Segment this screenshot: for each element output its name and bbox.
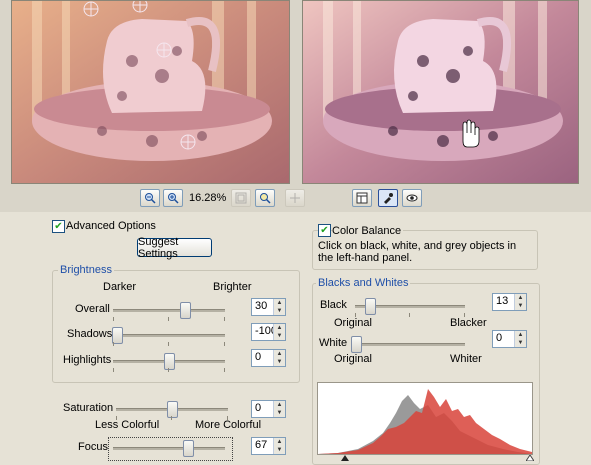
shadows-ticks [113, 342, 225, 346]
black-label: Black [320, 299, 347, 311]
actual-size-icon [260, 193, 271, 204]
brightness-title: Brightness [58, 264, 114, 276]
fit-window-icon [235, 192, 247, 204]
spin-down-icon[interactable]: ▼ [274, 358, 285, 366]
white-spinbox[interactable]: 0 ▲ ▼ [492, 330, 527, 348]
blacks-whites-title: Blacks and Whites [316, 277, 411, 289]
saturation-label: Saturation [63, 402, 114, 414]
brighter-label: Brighter [213, 281, 252, 293]
shadows-spinbox[interactable]: -100 ▲ ▼ [251, 323, 286, 341]
eyedropper-button[interactable] [378, 189, 398, 207]
white-min-label: Original [334, 353, 372, 365]
spin-down-icon[interactable]: ▼ [274, 332, 285, 340]
overall-value: 30 [255, 300, 268, 312]
focus-slider-track[interactable] [113, 447, 225, 450]
overall-slider-track[interactable] [113, 309, 225, 312]
focus-slider-thumb[interactable] [183, 440, 194, 457]
zoom-in-button[interactable] [163, 189, 183, 207]
white-slider-thumb[interactable] [351, 336, 362, 353]
overall-spinbox[interactable]: 30 ▲ ▼ [251, 298, 286, 316]
focus-label: Focus [78, 441, 108, 453]
highlights-ticks [113, 368, 225, 372]
focus-spinbox[interactable]: 67 ▲ ▼ [251, 437, 286, 455]
histogram [317, 382, 533, 455]
zoom-out-button[interactable] [140, 189, 160, 207]
spin-up-icon[interactable]: ▲ [274, 350, 285, 358]
spin-up-icon[interactable]: ▲ [274, 324, 285, 332]
black-point-marker-icon [341, 455, 349, 461]
white-value: 0 [496, 332, 503, 344]
color-balance-checkbox[interactable]: ✔ [318, 224, 331, 237]
black-spinbox[interactable]: 13 ▲ ▼ [492, 293, 527, 311]
spin-up-icon[interactable]: ▲ [274, 401, 285, 409]
spin-down-icon[interactable]: ▼ [274, 307, 285, 315]
more-colorful-label: More Colorful [195, 419, 262, 431]
zoom-in-icon [168, 193, 179, 204]
saturation-spinbox[interactable]: 0 ▲ ▼ [251, 400, 286, 418]
split-view-button[interactable] [352, 189, 372, 207]
pan-icon [290, 193, 300, 203]
actual-size-button[interactable] [255, 189, 275, 207]
black-min-label: Original [334, 317, 372, 329]
darker-label: Darker [103, 281, 137, 293]
less-colorful-label: Less Colorful [95, 419, 160, 431]
eyedropper-icon [384, 193, 393, 204]
highlights-value: 0 [255, 351, 262, 363]
pan-button[interactable] [285, 189, 305, 207]
highlights-spinbox[interactable]: 0 ▲ ▼ [251, 349, 286, 367]
zoom-level: 16.28% [189, 192, 227, 204]
spin-up-icon[interactable]: ▲ [515, 331, 526, 339]
zoom-out-icon [145, 193, 156, 204]
black-max-label: Blacker [450, 317, 487, 329]
spin-down-icon[interactable]: ▼ [515, 302, 526, 310]
preview-toggle-button[interactable] [402, 189, 422, 207]
shadows-slider-track[interactable] [113, 334, 225, 337]
preview-photo[interactable] [302, 0, 579, 184]
spin-up-icon[interactable]: ▲ [274, 438, 285, 446]
overall-label: Overall [75, 303, 110, 315]
spin-down-icon[interactable]: ▼ [515, 339, 526, 347]
overall-ticks [113, 317, 225, 321]
white-point-marker-icon [526, 455, 534, 461]
advanced-options-checkbox[interactable]: ✔ [52, 220, 65, 233]
spin-down-icon[interactable]: ▼ [274, 446, 285, 454]
white-max-label: Whiter [450, 353, 482, 365]
spin-up-icon[interactable]: ▲ [274, 299, 285, 307]
color-balance-hint: Click on black, white, and grey objects … [318, 240, 517, 264]
advanced-options-label: Advanced Options [66, 220, 156, 232]
fit-window-button[interactable] [231, 189, 251, 207]
split-view-icon [356, 192, 368, 204]
eye-icon [406, 194, 418, 202]
spin-down-icon[interactable]: ▼ [274, 409, 285, 417]
color-balance-label: Color Balance [332, 225, 404, 237]
suggest-settings-button[interactable]: Suggest Settings [137, 236, 212, 260]
spin-up-icon[interactable]: ▲ [515, 294, 526, 302]
saturation-value: 0 [255, 402, 262, 414]
histogram-red-series [318, 389, 532, 454]
white-label: White [319, 337, 348, 349]
white-slider-track[interactable] [355, 343, 465, 346]
original-photo[interactable] [11, 0, 290, 184]
highlights-label: Highlights [63, 354, 112, 366]
shadows-label: Shadows [67, 328, 113, 340]
black-value: 13 [496, 295, 509, 307]
focus-value: 67 [255, 439, 268, 451]
